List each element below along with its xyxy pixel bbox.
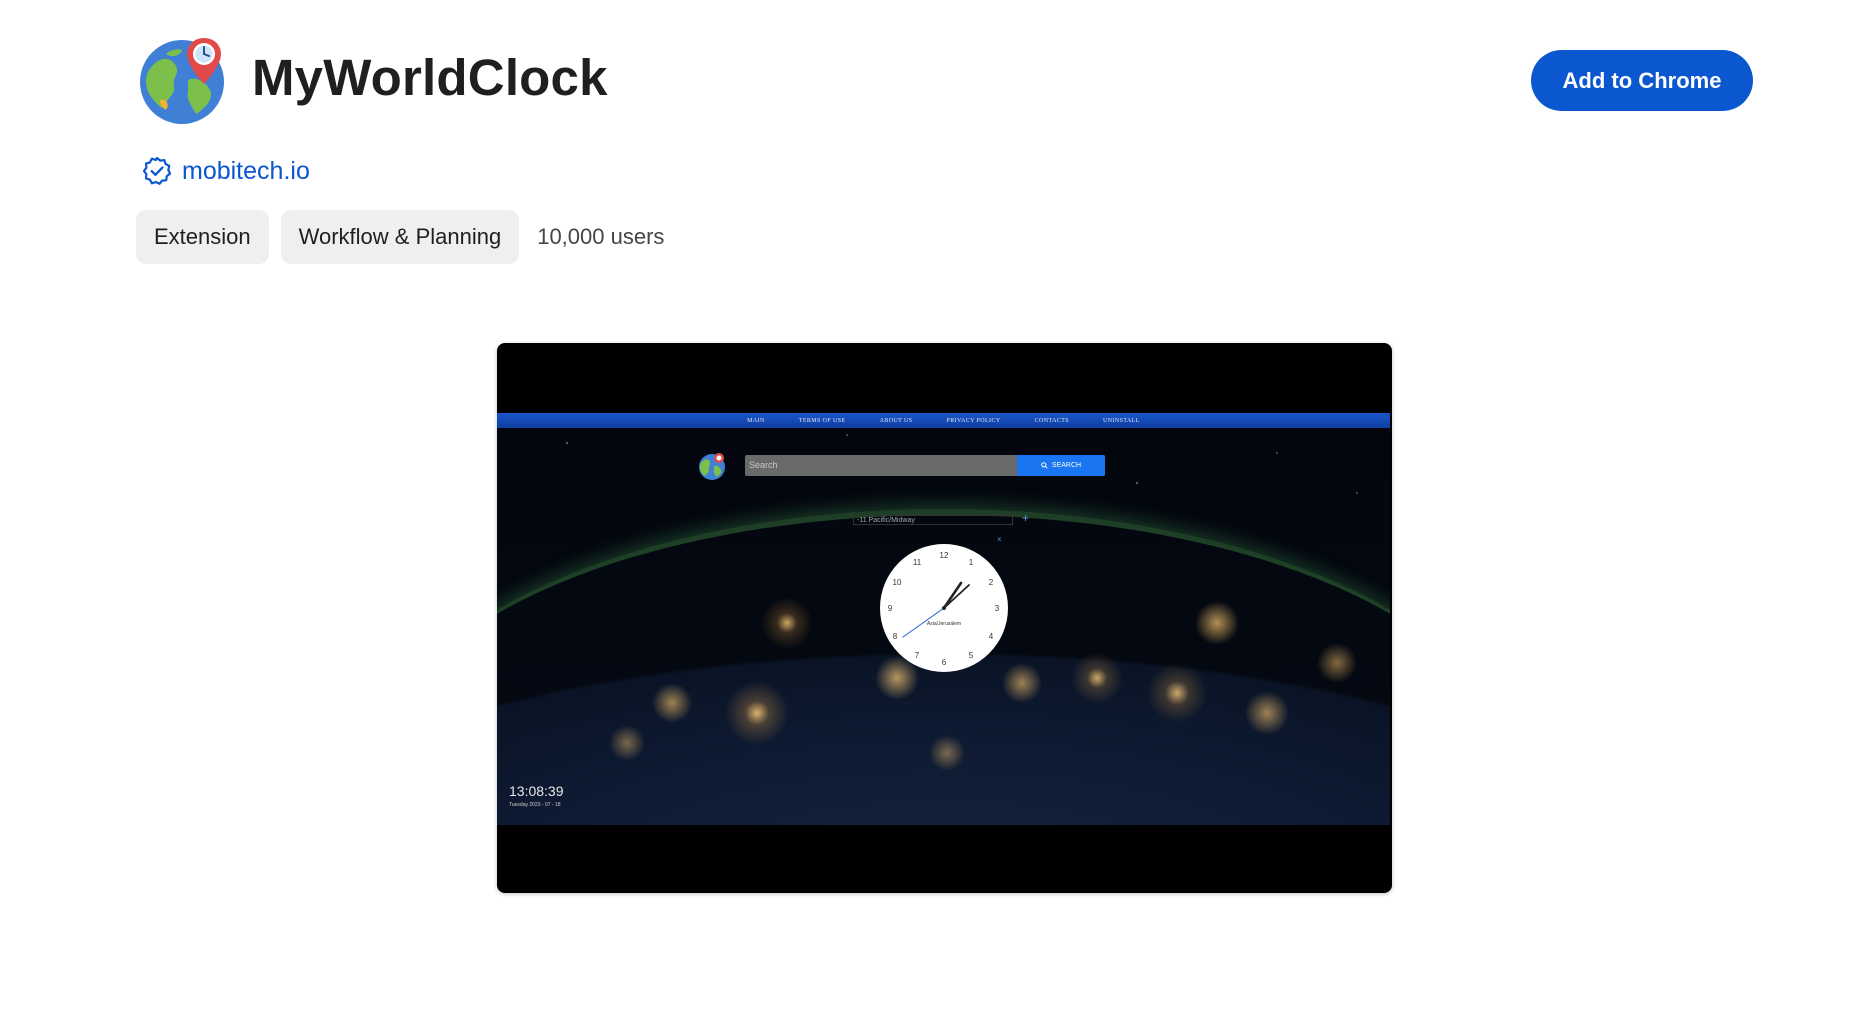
clock-number-6: 6 — [942, 658, 947, 667]
site-nav-terms: TERMS OF USE — [798, 417, 846, 424]
add-to-chrome-button[interactable]: Add to Chrome — [1531, 50, 1753, 111]
clock-number-2: 2 — [989, 578, 994, 587]
chip-extension[interactable]: Extension — [136, 210, 269, 264]
clock-number-11: 11 — [913, 558, 922, 567]
page-title: MyWorldClock — [252, 49, 608, 106]
publisher-name: mobitech.io — [182, 156, 310, 185]
clock-city-label: Asia/Jerusalem — [927, 621, 961, 627]
timezone-select: -11 Pacific/Midway — [853, 515, 1013, 525]
analog-clock: 12 1 2 3 4 5 6 7 8 9 10 11 Asia/Jerusale… — [880, 544, 1008, 672]
clock-number-9: 9 — [888, 604, 893, 613]
site-nav-main: MAIN — [747, 417, 765, 424]
site-nav-privacy: PRIVACY POLICY — [946, 417, 1001, 424]
user-count: 10,000 users — [537, 224, 665, 249]
site-search-placeholder: Search — [749, 460, 778, 470]
clock-number-8: 8 — [893, 632, 898, 641]
verified-badge-icon — [142, 156, 172, 185]
clock-number-12: 12 — [940, 551, 949, 560]
chip-row: Extension Workflow & Planning 10,000 use… — [136, 210, 664, 264]
globe-clock-logo-icon — [140, 38, 224, 124]
site-search-button-label: SEARCH — [1051, 462, 1082, 469]
site-search-bar: Search SEARCH — [745, 455, 1105, 476]
site-nav-uninstall: UNINSTALL — [1103, 417, 1140, 424]
clock-number-5: 5 — [969, 651, 974, 660]
site-nav-bar: MAIN TERMS OF USE ABOUT US PRIVACY POLIC… — [497, 413, 1390, 428]
add-clock-icon: + — [1022, 511, 1030, 525]
clock-number-1: 1 — [969, 558, 974, 567]
digital-time: 13:08:39 — [509, 783, 564, 799]
chip-category[interactable]: Workflow & Planning — [280, 210, 520, 264]
clock-number-10: 10 — [893, 578, 902, 587]
clock-number-3: 3 — [995, 604, 1000, 613]
screenshot-image: MAIN TERMS OF USE ABOUT US PRIVACY POLIC… — [497, 413, 1390, 825]
site-globe-logo-icon — [699, 453, 725, 480]
extension-page: MyWorldClock Add to Chrome mobitech.io E… — [0, 0, 1863, 1009]
clock-number-7: 7 — [915, 651, 920, 660]
screenshot-carousel[interactable]: MAIN TERMS OF USE ABOUT US PRIVACY POLIC… — [497, 343, 1392, 893]
publisher-link[interactable]: mobitech.io — [142, 154, 310, 188]
clock-number-4: 4 — [989, 632, 994, 641]
site-nav-about: ABOUT US — [879, 417, 913, 424]
site-search-button: SEARCH — [1017, 455, 1105, 476]
search-icon — [1041, 462, 1048, 469]
digital-date: Tuesday 2023 - 07 - 18 — [509, 802, 561, 808]
site-nav-contacts: CONTACTS — [1034, 417, 1070, 424]
